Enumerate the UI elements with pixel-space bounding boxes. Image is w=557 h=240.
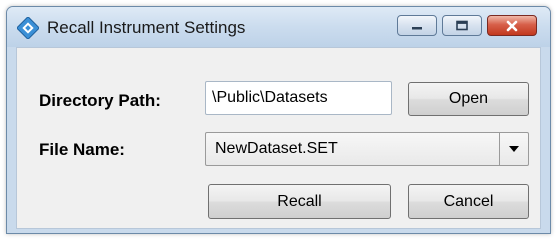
dropdown-button[interactable] (499, 133, 528, 165)
file-name-value: NewDataset.SET (215, 140, 338, 157)
maximize-icon (456, 20, 468, 30)
close-icon (506, 20, 518, 31)
minimize-button[interactable] (397, 15, 437, 36)
file-name-label: File Name: (39, 140, 125, 159)
dialog-body: Directory Path: \Public\Datasets Open Fi… (16, 47, 541, 229)
title-bar[interactable]: Recall Instrument Settings (7, 7, 550, 47)
directory-path-label: Directory Path: (39, 91, 161, 110)
directory-path-input[interactable]: \Public\Datasets (205, 81, 392, 115)
window-title: Recall Instrument Settings (47, 18, 246, 37)
recall-settings-dialog: Recall Instrument Settings Directory Pat… (6, 6, 551, 234)
recall-button[interactable]: Recall (208, 184, 391, 219)
minimize-icon (412, 26, 422, 29)
open-button[interactable]: Open (408, 82, 529, 116)
file-name-dropdown[interactable]: NewDataset.SET (205, 132, 529, 166)
maximize-button[interactable] (442, 15, 482, 36)
chevron-down-icon (509, 146, 519, 152)
app-icon (17, 17, 39, 39)
cancel-button[interactable]: Cancel (408, 184, 529, 219)
close-button[interactable] (487, 15, 537, 36)
